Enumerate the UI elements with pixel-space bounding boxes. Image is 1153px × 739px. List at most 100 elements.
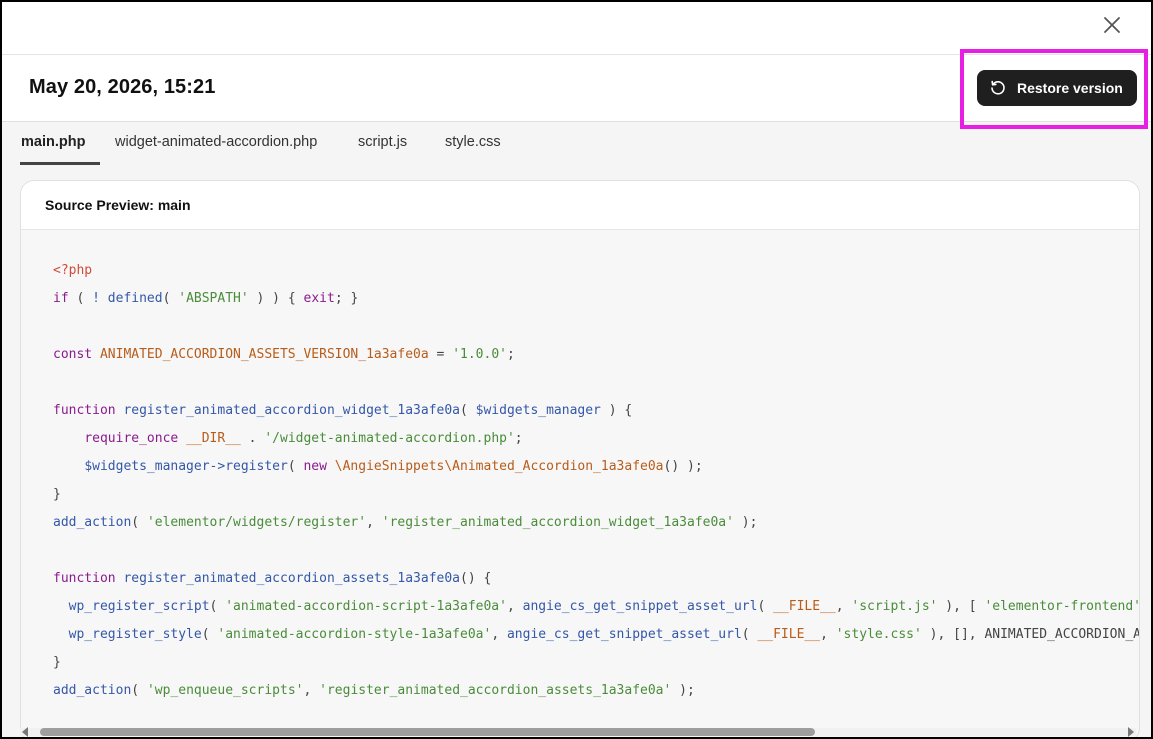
code-token: );	[671, 683, 695, 698]
horizontal-scrollbar[interactable]	[20, 725, 1136, 737]
tab-script-js[interactable]: script.js	[358, 122, 407, 165]
source-preview-title: Source Preview: main	[45, 197, 191, 213]
code-token: () );	[663, 459, 703, 474]
code-token: ;	[514, 431, 523, 446]
code-token: ANIMATED_ACCORDION_ASS	[984, 627, 1140, 642]
code-token: ; }	[334, 291, 359, 306]
restore-icon	[989, 79, 1007, 97]
restore-version-label: Restore version	[1017, 80, 1123, 96]
version-title: May 20, 2026, 15:21	[29, 76, 216, 98]
tab-style-css[interactable]: style.css	[445, 122, 501, 165]
code-line: require_once __DIR__ . '/widget-animated…	[53, 425, 1139, 453]
code-line: if ( ! defined( 'ABSPATH' ) ) { exit; }	[53, 285, 1139, 313]
code-line: }	[53, 481, 1139, 509]
code-token: if	[53, 291, 69, 306]
code-token: (	[287, 459, 304, 474]
source-preview-header: Source Preview: main	[21, 181, 1139, 230]
code-token: 'script.js'	[851, 599, 938, 614]
code-token: \AngieSnippets\Animated_Accordion_1a3afe…	[334, 459, 664, 474]
code-token: (	[131, 515, 147, 530]
code-token: (	[131, 683, 147, 698]
code-token: 'animated-accordion-style-1a3afe0a'	[217, 627, 492, 642]
code-token: !	[92, 291, 100, 306]
code-block[interactable]: <?php if ( ! defined( 'ABSPATH' ) ) { exi…	[53, 257, 1140, 705]
code-token: .	[240, 431, 265, 446]
code-token: =	[428, 347, 453, 362]
code-line: wp_register_style( 'animated-accordion-s…	[53, 621, 1140, 649]
code-token: }	[53, 655, 61, 670]
code-token: 'style.css'	[835, 627, 922, 642]
code-token: require_once	[84, 431, 179, 446]
version-header: May 20, 2026, 15:21 Restore version	[2, 55, 1151, 121]
code-token: ), [	[937, 599, 985, 614]
code-token: () {	[460, 571, 492, 586]
code-token: );	[733, 515, 758, 530]
file-tabs: main.php widget-animated-accordion.php s…	[2, 121, 1151, 166]
code-token: '1.0.0'	[452, 347, 507, 362]
code-token: wp_register_style	[68, 627, 202, 642]
code-token: __FILE__	[773, 599, 836, 614]
code-line: function register_animated_accordion_wid…	[53, 397, 1139, 425]
code-token: __FILE__	[757, 627, 821, 642]
code-token: (	[201, 627, 218, 642]
code-line: add_action( 'wp_enqueue_scripts', 'regis…	[53, 677, 1139, 705]
code-token: 'wp_enqueue_scripts'	[146, 683, 304, 698]
scroll-left-icon[interactable]	[22, 727, 28, 737]
code-token: 'register_animated_accordion_widget_1a3a…	[381, 515, 734, 530]
code-token: ,	[835, 599, 852, 614]
code-line: const ANIMATED_ACCORDION_ASSETS_VERSION_…	[53, 341, 1139, 369]
code-token: (	[741, 627, 758, 642]
code-token: (	[209, 599, 226, 614]
code-token: defined	[107, 291, 163, 306]
code-token: ,	[366, 515, 382, 530]
code-token: register_animated_accordion_assets_1a3af…	[123, 571, 460, 586]
code-token: ;	[506, 347, 515, 362]
code-line: add_action( 'elementor/widgets/register'…	[53, 509, 1139, 537]
code-token: }	[53, 487, 61, 502]
tab-main-php[interactable]: main.php	[20, 122, 100, 165]
code-token: 'ABSPATH'	[178, 291, 249, 306]
close-button[interactable]	[1099, 12, 1125, 38]
code-token: new	[303, 459, 327, 474]
source-preview-card: Source Preview: main <?php if ( ! defined…	[20, 180, 1140, 737]
code-token: ,	[820, 627, 836, 642]
code-token: 'elementor-frontend'	[984, 599, 1140, 614]
code-line: function register_animated_accordion_ass…	[53, 565, 1139, 593]
code-token: add_action	[53, 515, 132, 530]
code-token: (	[162, 291, 179, 306]
code-token: (	[460, 403, 476, 418]
tab-widget-animated-accordion-php[interactable]: widget-animated-accordion.php	[115, 122, 317, 165]
code-token: 'elementor/widgets/register'	[146, 515, 367, 530]
code-line: }	[53, 649, 1139, 677]
version-preview-modal: May 20, 2026, 15:21 Restore version main…	[0, 0, 1153, 739]
code-token: ANIMATED_ACCORDION_ASSETS_VERSION_1a3afe…	[99, 347, 429, 362]
code-token: <?php	[53, 263, 93, 278]
modal-topbar	[2, 2, 1151, 55]
scroll-right-icon[interactable]	[1128, 727, 1134, 737]
code-token: add_action	[53, 683, 132, 698]
code-line: $widgets_manager->register( new \AngieSn…	[53, 453, 1139, 481]
scrollbar-thumb[interactable]	[40, 728, 815, 736]
code-token: register_animated_accordion_widget_1a3af…	[123, 403, 460, 418]
code-token: 'register_animated_accordion_assets_1a3a…	[319, 683, 672, 698]
code-token: function	[53, 403, 116, 418]
code-token: ), [],	[921, 627, 985, 642]
code-token: __DIR__	[186, 431, 241, 446]
code-token: 'animated-accordion-script-1a3afe0a'	[225, 599, 507, 614]
restore-version-button[interactable]: Restore version	[977, 70, 1137, 106]
code-token: ) ) {	[248, 291, 304, 306]
code-line: <?php	[53, 257, 1139, 285]
code-token: (	[68, 291, 93, 306]
close-icon	[1104, 17, 1120, 33]
code-token: function	[53, 571, 116, 586]
